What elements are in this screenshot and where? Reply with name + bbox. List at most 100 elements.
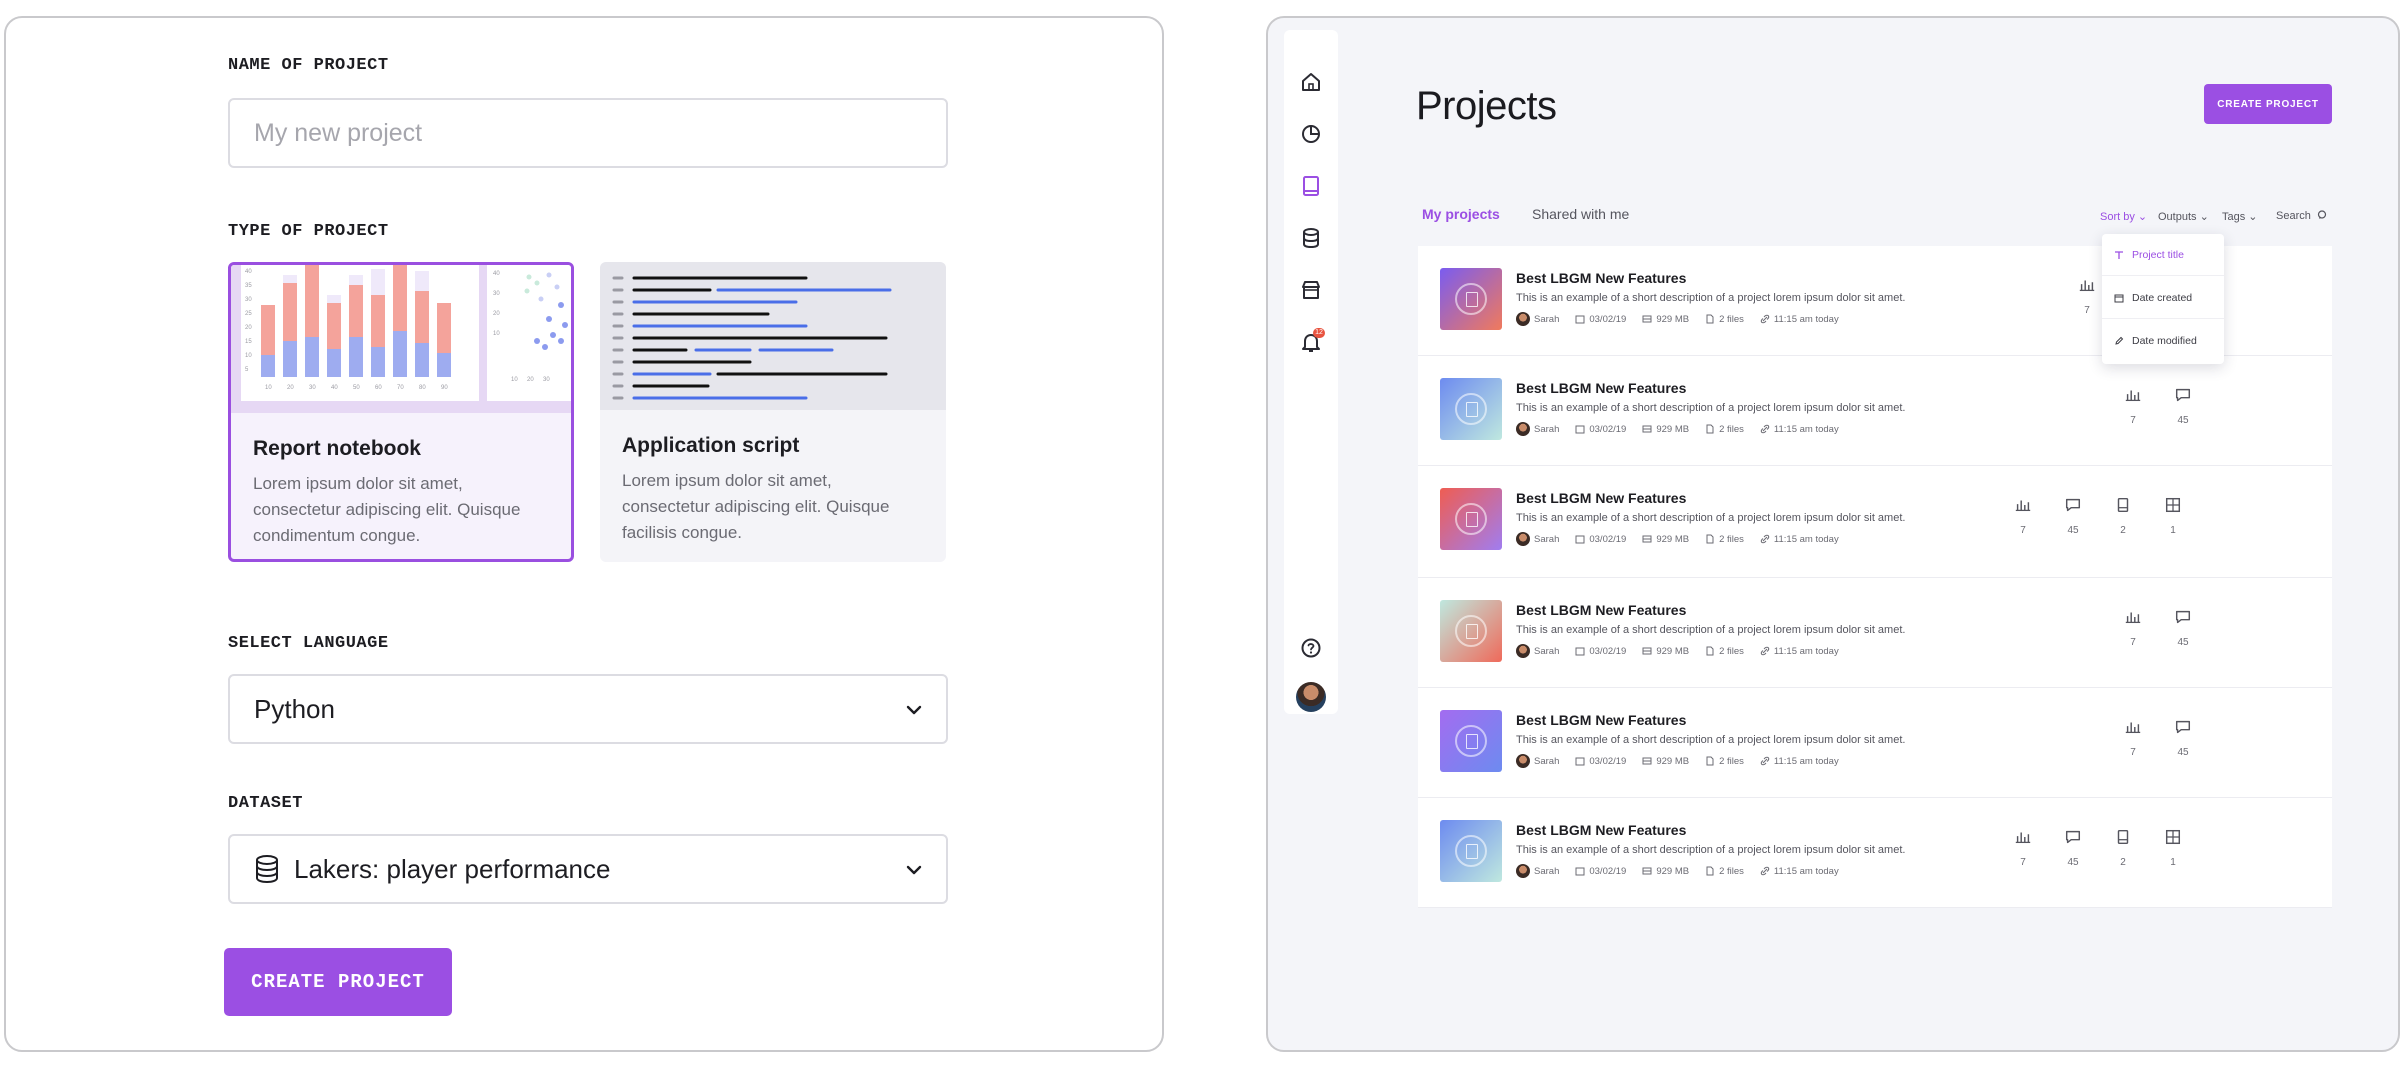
dataset-value: Lakers: player performance [294,853,611,884]
svg-text:10: 10 [265,385,272,391]
meta-time-value: 11:15 am today [1773,755,1839,767]
meta-time: 11:15 am today [1760,756,1839,767]
user-avatar [1516,754,1530,768]
meta-time-value: 11:15 am today [1773,865,1839,877]
language-select[interactable]: Python [228,674,948,744]
pie-chart-icon[interactable] [1299,122,1323,146]
sort-dropdown: Project title Date created Date modified [2102,234,2224,364]
link-icon [1760,756,1770,766]
meta-files-value: 2 files [1719,865,1744,877]
bar-chart-icon [2015,500,2031,512]
file-icon [1455,615,1487,647]
storage-icon [1642,757,1652,765]
meta-user: Sarah [1516,644,1559,658]
calendar-icon [1575,757,1585,766]
storage-icon [1642,425,1652,433]
user-avatar [1516,864,1530,878]
project-row[interactable]: Best LBGM New Features This is an exampl… [1418,466,2332,578]
meta-user: Sarah [1516,754,1559,768]
project-row[interactable]: Best LBGM New Features This is an exampl… [1418,578,2332,688]
sort-option-date-created[interactable]: Date created [2102,277,2224,319]
meta-time: 11:15 am today [1760,646,1839,657]
link-icon [1760,534,1770,544]
project-thumbnail [1440,268,1502,330]
stat-value: 45 [2177,747,2189,758]
home-icon[interactable] [1299,70,1323,94]
sort-option-project-title[interactable]: Project title [2102,234,2224,276]
file-icon [1455,503,1487,535]
project-row[interactable]: Best LBGM New Features This is an exampl… [1418,688,2332,798]
card-title: Application script [622,434,800,457]
project-thumbnail [1440,488,1502,550]
stat-value: 45 [2177,637,2189,648]
text-icon [2115,250,2123,259]
tab-shared-with-me[interactable]: Shared with me [1532,206,1629,222]
storage-icon [1642,647,1652,655]
comment-icon [2175,610,2191,624]
calendar-icon [1575,425,1585,434]
sort-option-date-modified[interactable]: Date modified [2102,320,2224,362]
notebook-icon [2117,829,2129,845]
stat-value: 7 [2084,305,2090,316]
meta-files: 2 files [1705,756,1744,767]
project-description: This is an example of a short descriptio… [1516,512,1906,524]
project-row[interactable]: Best LBGM New Features This is an exampl… [1418,798,2332,908]
create-project-button[interactable]: CREATE PROJECT [2204,84,2332,124]
meta-size: 929 MB [1642,534,1689,545]
notifications[interactable]: 12 [1299,328,1325,354]
card-description: Lorem ipsum dolor sit amet, consectetur … [253,474,521,545]
calendar-icon [1575,535,1585,544]
project-title: Best LBGM New Features [1516,712,1687,728]
database-icon[interactable] [1299,226,1323,250]
meta-date-value: 03/02/19 [1589,423,1627,435]
type-card-application-script[interactable]: Application script Lorem ipsum dolor sit… [600,262,946,562]
bar-chart-icon [2015,832,2031,844]
type-card-report-notebook[interactable]: 40 35 30 25 20 15 10 5 10 20 30 40 50 60… [228,262,574,562]
bar-chart-icon [2125,612,2141,624]
language-value: Python [254,693,335,724]
help-icon[interactable] [1299,636,1323,660]
tab-my-projects[interactable]: My projects [1422,206,1500,222]
search-filter[interactable]: Search [2276,210,2327,222]
stat-bar-chart: 7 [2008,496,2038,538]
create-project-button[interactable]: CREATE PROJECT [224,948,452,1016]
meta-user: Sarah [1516,422,1559,436]
meta-date: 03/02/19 [1575,756,1626,767]
notebook-icon[interactable] [1299,174,1323,198]
storage-icon [1642,535,1652,543]
outputs-label: Outputs [2158,211,2197,223]
outputs-filter[interactable]: Outputs ⌄ [2158,210,2209,223]
stat-notebook: 2 [2108,496,2138,538]
svg-text:25: 25 [245,311,252,317]
svg-text:40: 40 [331,385,338,391]
stat-bar-chart: 7 [2008,828,2038,870]
meta-user-name: Sarah [1534,755,1560,767]
user-avatar[interactable] [1296,682,1326,712]
store-icon[interactable] [1299,278,1323,302]
project-row[interactable]: Best LBGM New Features This is an exampl… [1418,356,2332,466]
svg-text:80: 80 [419,385,426,391]
svg-text:15: 15 [245,339,252,345]
language-label: SELECT LANGUAGE [228,634,389,653]
dataset-label: DATASET [228,794,303,813]
stat-value: 7 [2020,857,2026,868]
stat-value: 7 [2130,415,2136,426]
project-name-input[interactable] [228,98,948,168]
tags-filter[interactable]: Tags ⌄ [2222,210,2258,223]
search-label: Search [2276,210,2311,222]
project-meta: Sarah 03/02/19 929 MB 2 files 11:15 am t… [1516,754,1839,768]
stat-comment: 45 [2058,828,2088,870]
meta-user-name: Sarah [1534,533,1560,545]
svg-text:50: 50 [353,385,360,391]
stat-value: 45 [2067,525,2079,536]
dataset-select[interactable]: Lakers: player performance [228,834,948,904]
meta-date-value: 03/02/19 [1589,313,1627,325]
stat-comment: 45 [2168,386,2198,428]
grid-icon [2165,497,2181,513]
project-title: Best LBGM New Features [1516,380,1687,396]
meta-time-value: 11:15 am today [1773,645,1839,657]
meta-date-value: 03/02/19 [1589,533,1627,545]
svg-text:60: 60 [375,385,382,391]
meta-size: 929 MB [1642,646,1689,657]
sort-by-filter[interactable]: Sort by ⌄ [2100,210,2147,223]
